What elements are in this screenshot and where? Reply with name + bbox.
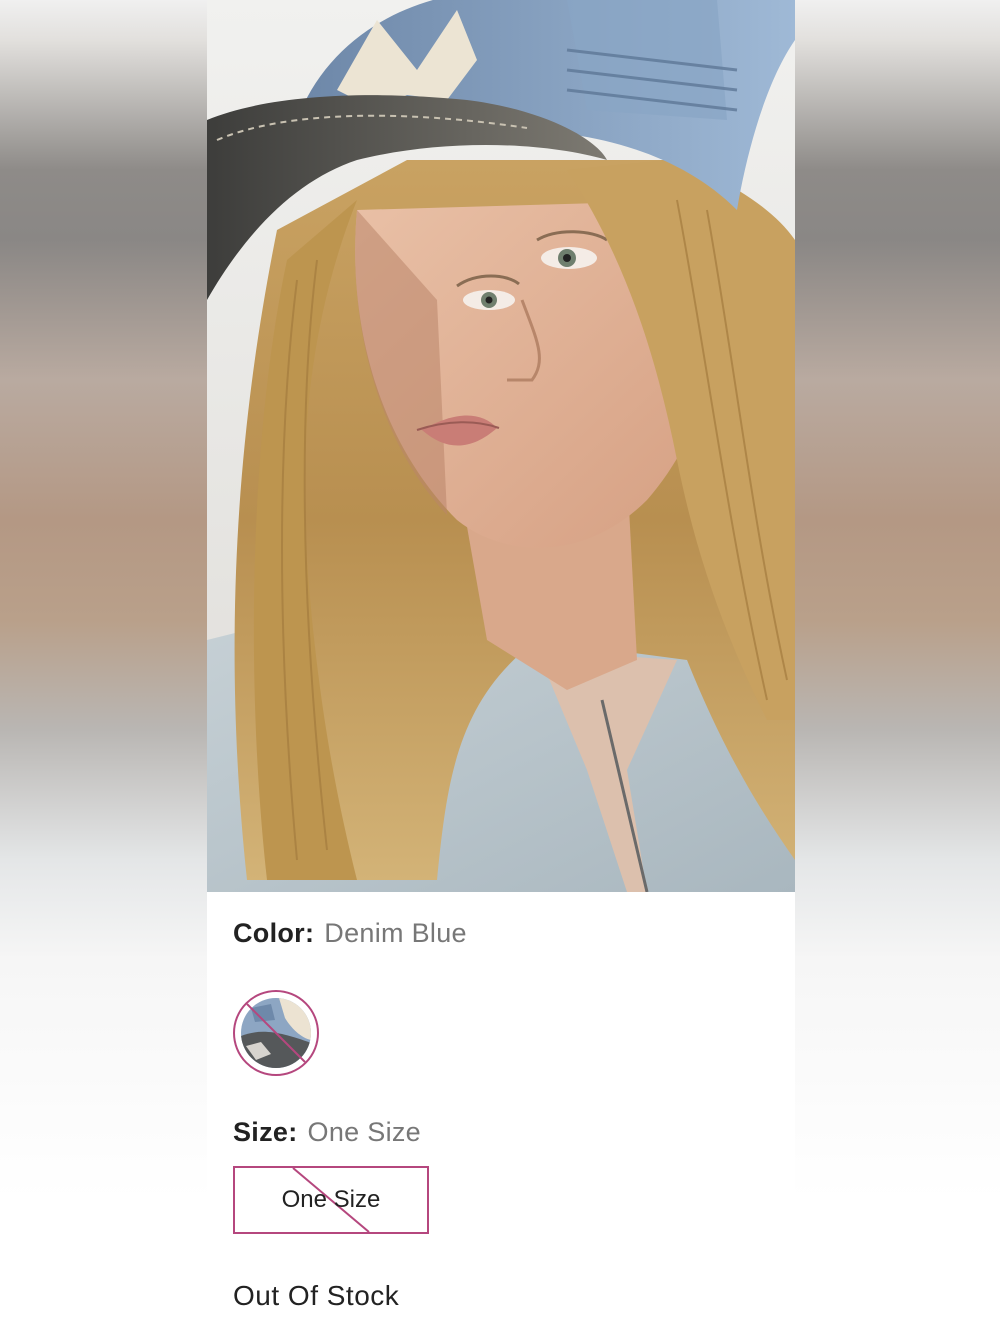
size-value: One Size <box>307 1117 421 1147</box>
product-photo <box>207 0 795 892</box>
color-value: Denim Blue <box>324 918 467 948</box>
stock-status: Out Of Stock <box>233 1280 400 1311</box>
diagonal-strike-icon <box>246 1003 306 1063</box>
product-panel: Color: Denim Blue Size: One Size One Size … <box>207 0 795 1333</box>
size-option-one-size[interactable]: One Size <box>233 1166 429 1234</box>
size-option-label: One Size <box>281 1186 381 1213</box>
color-label: Color: <box>233 918 315 948</box>
size-selection-row: Size: One Size <box>233 1117 421 1148</box>
color-swatch-denim-blue[interactable] <box>233 990 319 1076</box>
size-label: Size: <box>233 1117 298 1147</box>
product-image[interactable] <box>207 0 795 892</box>
color-selection-row: Color: Denim Blue <box>233 918 467 949</box>
